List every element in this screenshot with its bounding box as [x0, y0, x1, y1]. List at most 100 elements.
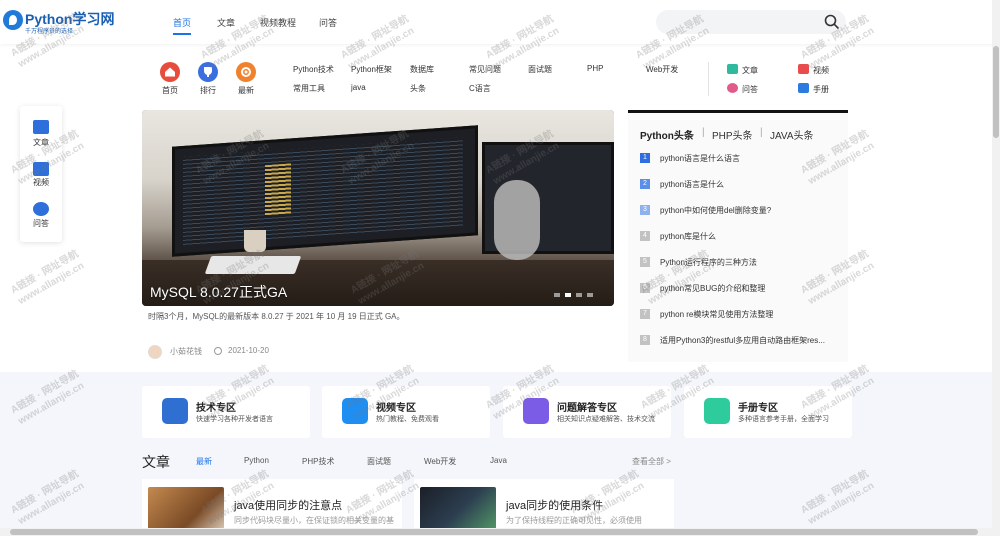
articles-heading: 文章 — [142, 454, 170, 470]
zone-card-video[interactable]: 视频专区 热门教程、免费观看 — [322, 386, 490, 438]
publish-date: 2021-10-20 — [228, 346, 269, 355]
tab-java-headlines[interactable]: JAVA头条 — [770, 127, 814, 142]
side-qa-icon[interactable] — [33, 202, 49, 216]
zone-card-qa[interactable]: 问题解答专区 相关知识点疑难解答、技术交流 — [503, 386, 671, 438]
article-tab-latest[interactable]: 最新 — [196, 456, 212, 467]
site-logo[interactable]: Python学习网 千万程序员的选择 — [3, 6, 114, 38]
quick-nav-divider — [708, 62, 709, 96]
rlink-qa[interactable]: 问答 — [742, 84, 758, 95]
headlines-panel: Python头条 | PHP头条 | JAVA头条 1 python语言是什么语… — [628, 110, 848, 362]
article-tab-web[interactable]: Web开发 — [424, 456, 456, 467]
nav-articles[interactable]: 文章 — [217, 16, 235, 29]
article-tab-java[interactable]: Java — [490, 456, 507, 465]
python-icon — [162, 398, 188, 424]
qlink-c[interactable]: C语言 — [469, 83, 491, 94]
zone-card-tech[interactable]: 技术专区 快速学习各种开发者语言 — [142, 386, 310, 438]
nav-qa[interactable]: 问答 — [319, 16, 337, 29]
headline-item[interactable]: Python运行程序的三种方法 — [660, 257, 840, 268]
zone-title: 手册专区 — [738, 403, 778, 414]
author-avatar[interactable] — [148, 345, 162, 359]
side-video-label[interactable]: 视频 — [20, 177, 62, 188]
side-qa-label[interactable]: 问答 — [20, 218, 62, 229]
manual-zone-icon — [704, 398, 730, 424]
side-article-label[interactable]: 文章 — [20, 137, 62, 148]
headline-item[interactable]: python中如何使用del删除变量? — [660, 205, 840, 216]
zone-title: 问题解答专区 — [557, 403, 617, 414]
banner-description: 时隔3个月，MySQL的最新版本 8.0.27 于 2021 年 10 月 19… — [148, 312, 405, 321]
rlink-article[interactable]: 文章 — [742, 65, 758, 76]
zone-subtitle: 相关知识点疑难解答、技术交流 — [557, 416, 655, 423]
video-zone-icon — [342, 398, 368, 424]
rank-number: 3 — [640, 205, 650, 215]
carousel-dot-active[interactable] — [565, 293, 571, 297]
search-input[interactable] — [656, 10, 846, 34]
quick-label-ranking[interactable]: 排行 — [193, 85, 223, 96]
nav-home[interactable]: 首页 — [173, 16, 191, 29]
headline-item[interactable]: python常见BUG的介绍和整理 — [660, 283, 840, 294]
article-tab-python[interactable]: Python — [244, 456, 269, 465]
rlink-manual[interactable]: 手册 — [813, 84, 829, 95]
tab-php-headlines[interactable]: PHP头条 — [712, 127, 753, 142]
qa-zone-icon — [523, 398, 549, 424]
qlink-interview[interactable]: 面试题 — [528, 64, 552, 75]
article-title[interactable]: java使用同步的注意点 — [234, 497, 342, 513]
article-summary: 为了保持线程的正确可见性，必须使用 — [506, 516, 642, 525]
article-tab-interview[interactable]: 面试题 — [367, 456, 391, 467]
horizontal-scroll-thumb[interactable] — [10, 529, 978, 535]
qlink-tools[interactable]: 常用工具 — [293, 83, 325, 94]
banner-title[interactable]: MySQL 8.0.27正式GA — [150, 282, 287, 302]
watermark: A链接 · 网址导航 www.allanjie.cn — [9, 248, 87, 307]
side-float-panel: 文章 视频 问答 — [20, 106, 62, 242]
banner-monitor — [172, 125, 478, 257]
search-icon[interactable] — [824, 14, 840, 30]
tab-python-headlines[interactable]: Python头条 — [640, 127, 694, 142]
home-circle-icon[interactable] — [160, 62, 180, 82]
qlink-headlines[interactable]: 头条 — [410, 83, 426, 94]
rank-number: 8 — [640, 335, 650, 345]
headline-item[interactable]: python语言是什么语言 — [660, 153, 840, 164]
nav-videos[interactable]: 视频教程 — [260, 16, 296, 29]
article-summary: 同步代码块尽量小，在保证锁的相关变量的基 — [234, 516, 394, 525]
qlink-database[interactable]: 数据库 — [410, 64, 434, 75]
article-icon — [727, 64, 738, 74]
zone-title: 视频专区 — [376, 403, 416, 414]
manual-icon — [798, 83, 809, 93]
qlink-faq[interactable]: 常见问题 — [469, 64, 501, 75]
headline-item[interactable]: python语言是什么 — [660, 179, 840, 190]
carousel-dot[interactable] — [576, 293, 582, 297]
hero-banner[interactable]: MySQL 8.0.27正式GA — [142, 110, 614, 306]
side-video-icon[interactable] — [33, 162, 49, 176]
qlink-php[interactable]: PHP — [587, 64, 603, 73]
rank-number: 2 — [640, 179, 650, 189]
zone-card-manual[interactable]: 手册专区 多种语言参考手册，全面学习 — [684, 386, 852, 438]
qlink-python-framework[interactable]: Python框架 — [351, 64, 392, 75]
quick-label-latest[interactable]: 最新 — [231, 85, 261, 96]
top-header — [0, 0, 1000, 44]
nav-active-indicator — [173, 33, 191, 35]
rank-number: 6 — [640, 283, 650, 293]
rank-number: 5 — [640, 257, 650, 267]
clock-icon — [214, 347, 222, 355]
headline-item[interactable]: python库是什么 — [660, 231, 840, 242]
qlink-web[interactable]: Web开发 — [646, 64, 678, 75]
qlink-python-tech[interactable]: Python技术 — [293, 64, 334, 75]
zone-subtitle: 多种语言参考手册，全面学习 — [738, 416, 829, 423]
zone-title: 技术专区 — [196, 403, 236, 414]
article-title[interactable]: java同步的使用条件 — [506, 497, 603, 513]
latest-circle-icon[interactable] — [236, 62, 256, 82]
side-article-icon[interactable] — [33, 120, 49, 134]
headline-item[interactable]: 适用Python3的restful多应用自动路由框架res... — [660, 335, 840, 346]
view-all-link[interactable]: 查看全部 > — [632, 456, 671, 467]
qlink-java[interactable]: java — [351, 83, 366, 92]
rank-number: 1 — [640, 153, 650, 163]
ranking-circle-icon[interactable] — [198, 62, 218, 82]
headline-item[interactable]: python re模块常见使用方法整理 — [660, 309, 840, 320]
carousel-dot[interactable] — [587, 293, 593, 297]
zone-subtitle: 热门教程、免费观看 — [376, 416, 439, 423]
author-name[interactable]: 小茹花钱 — [170, 346, 202, 357]
rlink-video[interactable]: 视频 — [813, 65, 829, 76]
article-tab-php[interactable]: PHP技术 — [302, 456, 334, 467]
quick-label-home[interactable]: 首页 — [155, 85, 185, 96]
vertical-scroll-thumb[interactable] — [993, 46, 999, 138]
carousel-dot[interactable] — [554, 293, 560, 297]
